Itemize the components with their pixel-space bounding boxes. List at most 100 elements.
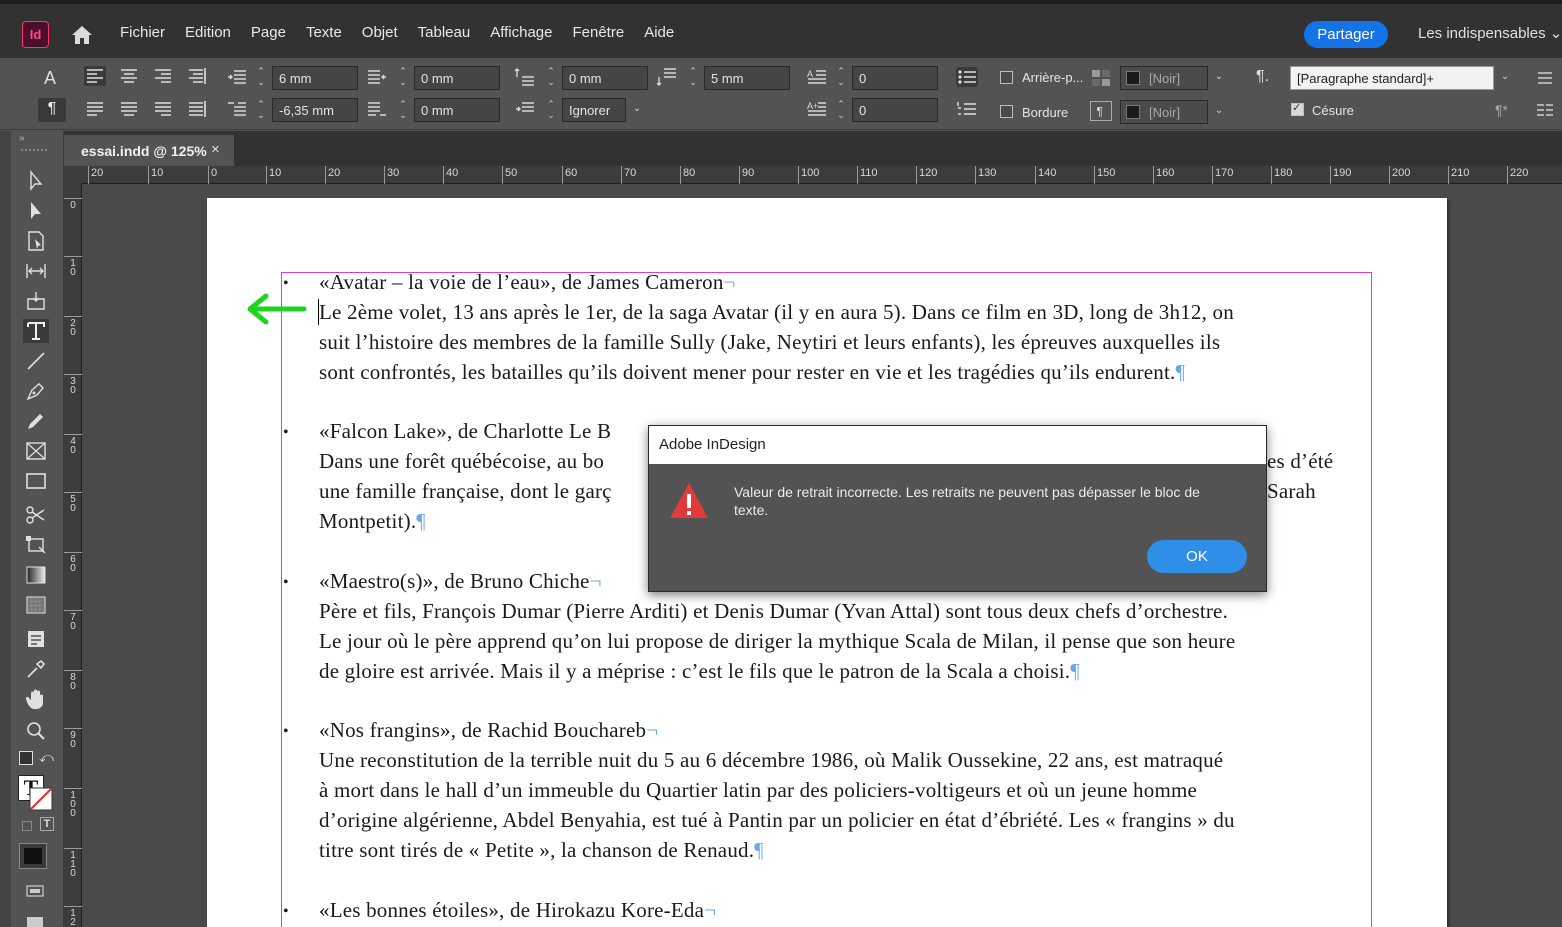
home-icon[interactable]: [69, 22, 95, 48]
ruler-tick-label: 100: [64, 788, 82, 819]
text-line: «Falcon Lake», de Charlotte Le B: [319, 419, 612, 443]
menu-affichage[interactable]: Affichage: [480, 24, 562, 41]
workspace-switcher[interactable]: Les indispensables ⌄: [1418, 24, 1562, 42]
rectangle-tool[interactable]: [23, 469, 49, 493]
shading-checkbox[interactable]: [1000, 71, 1013, 84]
line-tool[interactable]: [23, 349, 49, 373]
horizontal-ruler[interactable]: 20 10 0 10 20 30 40 50 60 70 80 90 100 110 120 130 140 15…: [82, 166, 1562, 184]
align-right-icon[interactable]: [152, 66, 174, 86]
screen-mode-icon[interactable]: [25, 883, 45, 899]
bulleted-list-icon[interactable]: [956, 67, 978, 87]
menu-fenetre[interactable]: Fenêtre: [562, 24, 634, 41]
first-line-indent-icon: [228, 102, 246, 116]
swap-fill-stroke-icon[interactable]: ⤺: [39, 749, 54, 766]
justify-left-icon[interactable]: [84, 99, 106, 119]
character-mode-icon[interactable]: A: [44, 68, 56, 89]
align-left-icon[interactable]: [84, 66, 106, 86]
text-cursor: [318, 299, 319, 325]
menu-edition[interactable]: Edition: [175, 24, 241, 41]
content-collector-tool[interactable]: [23, 289, 49, 313]
last-line-indent-stepper[interactable]: ⌃ ⌄: [396, 99, 410, 123]
menu-tableau[interactable]: Tableau: [408, 24, 481, 41]
gradient-feather-tool[interactable]: [23, 593, 49, 617]
left-indent-field[interactable]: 6 mm: [272, 66, 358, 90]
paragraph-border-icon[interactable]: ¶: [1090, 101, 1112, 121]
close-tab-icon[interactable]: ×: [211, 141, 220, 158]
right-indent-stepper[interactable]: ⌃ ⌄: [396, 66, 410, 90]
space-after-field[interactable]: 5 mm: [704, 66, 790, 90]
shading-grid-icon[interactable]: [1090, 68, 1112, 88]
ruler-tick-label: 50: [64, 492, 82, 514]
direct-selection-tool[interactable]: [23, 199, 49, 223]
panel-menu-icon[interactable]: [1534, 68, 1556, 88]
space-before-field[interactable]: 0 mm: [562, 66, 648, 90]
space-before-stepper[interactable]: ⌃ ⌄: [544, 66, 558, 90]
paragraph-style-dropdown[interactable]: ⌄: [1494, 66, 1516, 90]
selection-tool[interactable]: [23, 169, 49, 193]
justify-all-icon[interactable]: [186, 99, 208, 119]
tools-panel: » ⤺ T T: [11, 131, 64, 927]
menu-fichier[interactable]: Fichier: [110, 24, 175, 41]
stroke-none-icon[interactable]: [29, 787, 53, 811]
type-tool[interactable]: [23, 319, 49, 343]
note-tool[interactable]: [23, 627, 49, 651]
hidden-character-mark: ¬: [704, 898, 717, 922]
align-to-grid-stepper[interactable]: ⌃ ⌄: [544, 99, 558, 123]
pen-tool[interactable]: [23, 379, 49, 403]
drop-cap-lines-stepper[interactable]: ⌃ ⌄: [834, 66, 848, 90]
pencil-tool[interactable]: [23, 409, 49, 433]
eyedropper-tool[interactable]: [23, 657, 49, 681]
justify-right-icon[interactable]: [152, 99, 174, 119]
align-to-grid-field[interactable]: Ignorer: [562, 98, 626, 122]
numbered-list-icon[interactable]: [956, 99, 978, 119]
formatting-container-icon[interactable]: [22, 821, 32, 831]
border-color-dropdown[interactable]: ⌄: [1208, 100, 1230, 124]
default-fill-stroke-icon[interactable]: [19, 751, 33, 765]
drop-cap-chars-stepper[interactable]: ⌃ ⌄: [834, 99, 848, 123]
formatting-text-icon[interactable]: T: [40, 817, 54, 831]
space-after-stepper[interactable]: ⌃ ⌄: [686, 66, 700, 90]
first-line-indent-field[interactable]: -6,35 mm: [272, 98, 358, 122]
menu-objet[interactable]: Objet: [352, 24, 408, 41]
last-line-indent-field[interactable]: 0 mm: [414, 98, 500, 122]
right-indent-field[interactable]: 0 mm: [414, 66, 500, 90]
line-tool-icon: [27, 352, 45, 370]
clear-overrides-icon[interactable]: ¶*: [1495, 102, 1508, 118]
align-center-icon[interactable]: [118, 66, 140, 86]
share-button[interactable]: Partager: [1304, 21, 1388, 48]
free-transform-tool[interactable]: [23, 533, 49, 557]
justify-center-icon[interactable]: [118, 99, 140, 119]
paragraph-style-field[interactable]: [Paragraphe standard]+: [1290, 66, 1494, 90]
hand-tool[interactable]: [23, 687, 49, 711]
zoom-tool[interactable]: [23, 719, 49, 743]
document-tab[interactable]: essai.indd @ 125% ×: [64, 135, 234, 166]
scissors-tool[interactable]: [23, 503, 49, 527]
ruler-origin[interactable]: [64, 166, 82, 184]
align-to-grid-dropdown[interactable]: ⌄: [626, 98, 648, 122]
menu-aide[interactable]: Aide: [634, 24, 684, 41]
vertical-ruler[interactable]: 0 10 20 30 40 50 60 70 80 90 100 110 12: [64, 184, 82, 927]
page-tool[interactable]: [23, 229, 49, 253]
shading-color-dropdown[interactable]: ⌄: [1208, 66, 1230, 90]
first-line-indent-stepper[interactable]: ⌃ ⌄: [254, 99, 268, 123]
border-checkbox[interactable]: [1000, 105, 1013, 118]
collapse-panel-icon[interactable]: »: [19, 133, 25, 144]
border-color-value: [Noir]: [1149, 105, 1181, 120]
columns-icon[interactable]: [1534, 100, 1556, 120]
gradient-swatch-tool[interactable]: [23, 563, 49, 587]
ruler-tick-label: 100: [798, 166, 819, 184]
drop-cap-chars-field[interactable]: 0: [852, 98, 938, 122]
align-towards-spine-icon[interactable]: [186, 66, 208, 86]
normal-mode-button[interactable]: [19, 843, 47, 869]
drop-cap-lines-field[interactable]: 0: [852, 66, 938, 90]
panel-grip[interactable]: [21, 149, 47, 151]
rectangle-frame-tool[interactable]: [23, 439, 49, 463]
gradient-feather-icon: [26, 596, 46, 614]
preflight-icon[interactable]: [25, 915, 45, 927]
left-indent-stepper[interactable]: ⌃ ⌄: [254, 66, 268, 90]
ok-button[interactable]: OK: [1147, 540, 1247, 573]
gap-tool[interactable]: [23, 259, 49, 283]
paragraph-mode-icon[interactable]: ¶: [38, 98, 66, 122]
menu-page[interactable]: Page: [241, 24, 296, 41]
menu-texte[interactable]: Texte: [296, 24, 352, 41]
